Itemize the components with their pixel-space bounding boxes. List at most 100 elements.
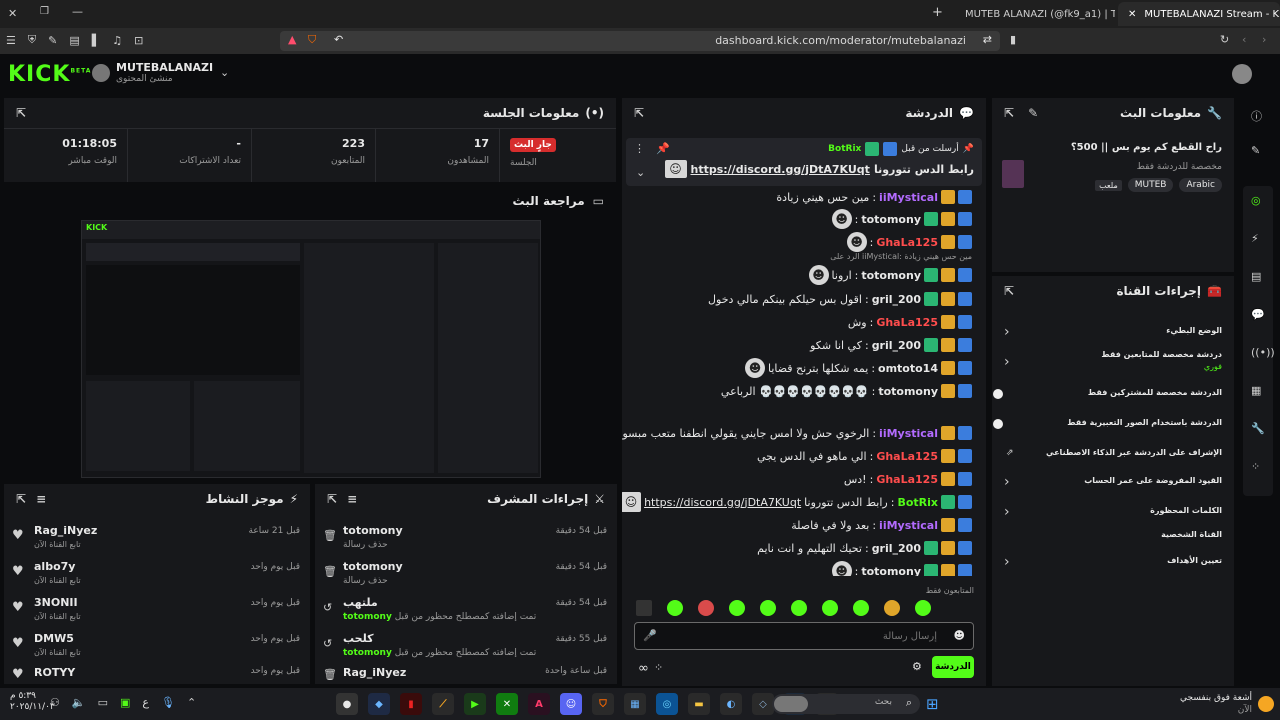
- notification-icon[interactable]: ⚇: [50, 696, 60, 709]
- filter-icon[interactable]: ≡: [347, 492, 357, 506]
- expand-icon[interactable]: ⇱: [16, 106, 26, 120]
- shield-icon[interactable]: ⛨: [28, 33, 36, 47]
- app-icon[interactable]: A: [528, 693, 550, 715]
- chat-message[interactable]: BotRix: رابط الدس تتورونا https://discor…: [622, 491, 972, 513]
- brave-icon[interactable]: ⛉: [592, 693, 614, 715]
- send-button[interactable]: الدردشة: [932, 656, 974, 678]
- emote-icon[interactable]: [729, 600, 745, 616]
- wrench-icon[interactable]: 🔧: [1251, 422, 1265, 435]
- chat-message[interactable]: totomony: ارونا ☻: [808, 264, 972, 286]
- app-icon[interactable]: ◐: [720, 693, 742, 715]
- message-user[interactable]: iiMystical: [879, 519, 938, 532]
- app-tray-icon[interactable]: ▣: [120, 696, 130, 709]
- sidebar-icon[interactable]: ▌: [92, 34, 100, 47]
- tab-tiktok[interactable]: MUTEB ALANAZI (@fk9_a1) | TikTok(2): [955, 2, 1115, 26]
- category-name[interactable]: مخصصة للدردشة فقط: [1137, 162, 1222, 172]
- channel-switcher[interactable]: MUTEBALANAZI منشئ المحتوى: [116, 61, 213, 84]
- reader-icon[interactable]: ▤: [69, 34, 79, 47]
- message-user[interactable]: gril_200: [872, 542, 921, 555]
- list-item[interactable]: ♥ DMW5 تابع القناة الآن قبل يوم واحد: [4, 628, 310, 664]
- tab-kick[interactable]: ✕ MUTEBALANAZI Stream - Kick D: [1118, 2, 1280, 26]
- account-age-item[interactable]: › القيود المفروضة على عمر الحساب: [992, 470, 1234, 498]
- alert-icon[interactable]: ▲: [288, 33, 296, 46]
- message-user[interactable]: BotRix: [897, 496, 938, 509]
- chevron-up-icon[interactable]: ⌃: [187, 696, 196, 709]
- message-user[interactable]: GhaLa125: [876, 316, 938, 329]
- chevron-down-icon[interactable]: ⌄: [220, 66, 229, 79]
- list-item[interactable]: 🗑 Rag_iNyez قبل ساعة واحدة: [315, 664, 617, 684]
- expand-icon[interactable]: ⇱: [1004, 284, 1014, 298]
- url-field[interactable]: ▲ ⛉ ↶ dashboard.kick.com/moderator/muteb…: [280, 31, 1000, 51]
- list-item[interactable]: ↺ ملتهب totomony تمت إضافته كمصطلح محظور…: [315, 592, 617, 628]
- pencil-icon[interactable]: ✎: [1251, 144, 1260, 157]
- message-user[interactable]: gril_200: [872, 339, 921, 352]
- message-user[interactable]: GhaLa125: [876, 450, 938, 463]
- message-link[interactable]: https://discord.gg/jDtA7KUqt: [644, 496, 801, 509]
- ai-moderation-item[interactable]: ⇗ الإشراف على الدردشة عبر الذكاء الاصطنا…: [992, 442, 1234, 468]
- back-history-icon[interactable]: ↶: [334, 33, 343, 46]
- store-icon[interactable]: ▦: [624, 693, 646, 715]
- chat-input[interactable]: [665, 627, 937, 645]
- emote-only-item[interactable]: الدردشة باستخدام الصور التعبيرية فقط: [992, 412, 1234, 438]
- chat-message[interactable]: totomony: ☻: [831, 208, 972, 230]
- banned-words-item[interactable]: › الكلمات المحظورة: [992, 500, 1234, 528]
- menu-icon[interactable]: ☰: [6, 34, 16, 47]
- more-icon[interactable]: ⋮: [634, 142, 645, 155]
- message-user[interactable]: gril_200: [872, 293, 921, 306]
- app-icon[interactable]: ◆: [368, 693, 390, 715]
- camera-icon[interactable]: ◎: [1251, 194, 1261, 207]
- chat-message[interactable]: iiMystical: الرخوي حش ولا امس جايني يقول…: [622, 422, 972, 444]
- back-icon[interactable]: ‹: [1242, 33, 1246, 46]
- discord-icon[interactable]: ☺: [560, 693, 582, 715]
- followers-only-item[interactable]: › دردشة مخصصة للمتابعين فقط فوري: [992, 350, 1234, 378]
- list-item[interactable]: 🗑 totomony حذف رسالة قبل 54 دقيقة: [315, 556, 617, 592]
- app-icon[interactable]: ◇: [752, 693, 774, 715]
- chat-message[interactable]: gril_200: كي انا شكو: [810, 334, 972, 356]
- message-user[interactable]: GhaLa125: [876, 236, 938, 249]
- new-tab-icon[interactable]: +: [932, 5, 943, 20]
- emote-icon[interactable]: [853, 600, 869, 616]
- chat-message[interactable]: GhaLa125: وش: [848, 311, 972, 333]
- gear-icon[interactable]: ⚙: [912, 660, 922, 673]
- message-user[interactable]: iiMystical: [879, 191, 938, 204]
- emoji-icon[interactable]: ☻: [954, 629, 965, 642]
- mic-icon[interactable]: 🎙: [161, 696, 175, 709]
- chat-message[interactable]: totomony: ☻: [831, 560, 972, 576]
- list-item[interactable]: 🗑 totomony حذف رسالة قبل 54 دقيقة: [315, 520, 617, 556]
- close-tab-icon[interactable]: ✕: [1128, 9, 1136, 20]
- emote-icon[interactable]: [698, 600, 714, 616]
- edge-icon[interactable]: ◎: [656, 693, 678, 715]
- apps-icon[interactable]: ⁘: [1251, 460, 1260, 473]
- kick-logo[interactable]: KICKBETA: [8, 62, 91, 87]
- app-icon[interactable]: ▮: [400, 693, 422, 715]
- message-user[interactable]: GhaLa125: [876, 473, 938, 486]
- message-user[interactable]: omtoto14: [878, 362, 938, 375]
- list-item[interactable]: ♥ Rag_iNyez تابع القناة الآن قبل 21 ساعة: [4, 520, 310, 556]
- slow-mode-item[interactable]: › الوضع البطيء: [992, 320, 1234, 348]
- chat-message[interactable]: iiMystical: بعد ولا في فاصلة: [791, 514, 972, 536]
- broadcast-icon[interactable]: ((•)): [1251, 346, 1275, 359]
- chat-input-box[interactable]: 🎤 ☻: [634, 622, 974, 650]
- document-icon[interactable]: ▤: [1251, 270, 1261, 283]
- volume-icon[interactable]: 🔈: [72, 696, 86, 709]
- brave-shield-icon[interactable]: ⛉: [308, 33, 316, 47]
- list-item[interactable]: ♥ ROTYY قبل يوم واحد: [4, 664, 310, 684]
- emote-icon[interactable]: [822, 600, 838, 616]
- emote-icon[interactable]: [636, 600, 652, 616]
- chat-message[interactable]: gril_200: اقول بس حيلكم بينكم مالي دخول: [708, 288, 972, 310]
- chat-message[interactable]: GhaLa125: دس!: [844, 468, 972, 490]
- list-item[interactable]: ♥ 3NONII تابع القناة الآن قبل يوم واحد: [4, 592, 310, 628]
- reply-context[interactable]: الرد على iiMystical: مين حس هيني زيادة: [830, 252, 972, 261]
- user-avatar[interactable]: [1232, 64, 1252, 84]
- reload-icon[interactable]: ↻: [1220, 33, 1229, 46]
- item-by[interactable]: totomony: [343, 648, 392, 658]
- brush-icon[interactable]: ✎: [48, 34, 57, 47]
- message-user[interactable]: totomony: [878, 385, 938, 398]
- emote-icon[interactable]: [791, 600, 807, 616]
- app-icon[interactable]: ▶: [464, 693, 486, 715]
- app-icon[interactable]: ⟋: [432, 693, 454, 715]
- bolt-icon[interactable]: ⚡: [1251, 232, 1259, 245]
- emote-icon[interactable]: [884, 600, 900, 616]
- item-by[interactable]: totomony: [343, 612, 392, 622]
- chat-message[interactable]: iiMystical: مين حس هيني زيادة: [776, 186, 972, 208]
